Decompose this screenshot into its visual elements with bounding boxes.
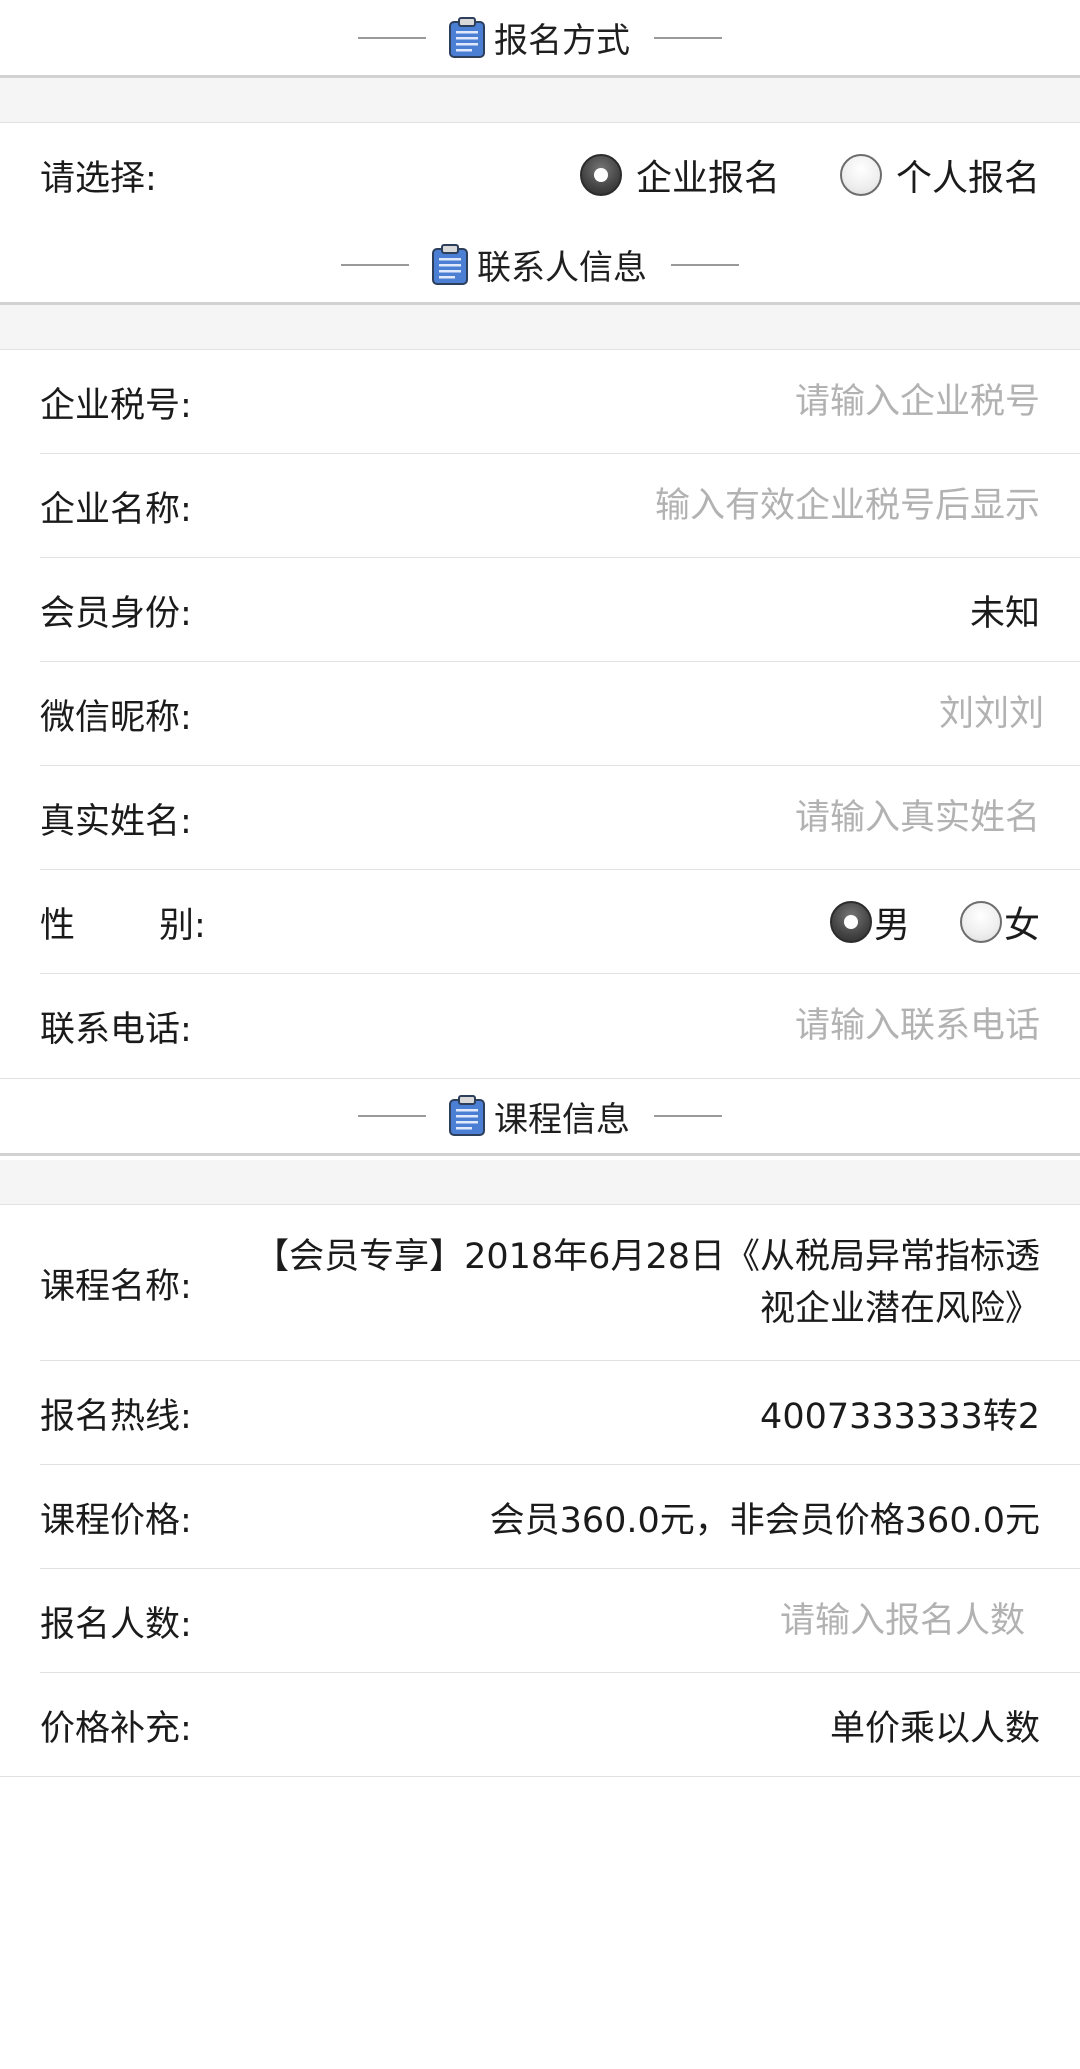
radio-option-female[interactable]: 女 xyxy=(959,896,1040,948)
hotline-value: 4007333333转2 xyxy=(760,1396,1040,1437)
phone-row: 联系电话: xyxy=(0,974,1080,1078)
company-name-row: 企业名称: xyxy=(0,454,1080,558)
hotline-label: 报名热线: xyxy=(40,1396,192,1437)
gender-row: 性 别: 男 女 xyxy=(0,870,1080,974)
section-gap xyxy=(0,78,1080,123)
gender-radio-group: 男 女 xyxy=(829,896,1040,948)
price-note-value: 单价乘以人数 xyxy=(829,1708,1040,1749)
radio-label: 女 xyxy=(1003,905,1040,946)
radio-option-male[interactable]: 男 xyxy=(829,896,910,948)
section-title: 联系人信息 xyxy=(477,248,647,288)
attendee-count-label: 报名人数: xyxy=(40,1604,192,1645)
gender-label-left: 性 xyxy=(40,905,76,946)
course-price-row: 课程价格: 会员360.0元，非会员价格360.0元 xyxy=(0,1465,1080,1569)
course-name-value: 【会员专享】2018年6月28日《从税局异常指标透视企业潜在风险》 xyxy=(254,1237,1040,1329)
header-dash-right xyxy=(671,263,739,266)
radio-unchecked-icon[interactable] xyxy=(959,901,1002,943)
header-dash-left xyxy=(358,36,426,39)
phone-label: 联系电话: xyxy=(40,1009,192,1050)
section-header-course: 课程信息 xyxy=(0,1078,1080,1156)
real-name-input[interactable] xyxy=(480,798,1040,838)
hotline-row: 报名热线: 4007333333转2 xyxy=(0,1361,1080,1465)
company-name-label: 企业名称: xyxy=(40,489,192,530)
attendee-count-input[interactable] xyxy=(480,1601,1040,1641)
course-name-label: 课程名称: xyxy=(40,1266,192,1307)
radio-label: 男 xyxy=(873,905,910,946)
clipboard-icon xyxy=(432,243,468,285)
radio-checked-icon[interactable] xyxy=(579,154,622,196)
real-name-row: 真实姓名: xyxy=(0,766,1080,870)
attendee-count-row: 报名人数: xyxy=(0,1569,1080,1673)
section-gap xyxy=(0,305,1080,350)
wechat-nickname-row: 微信昵称: xyxy=(0,662,1080,766)
radio-option-enterprise[interactable]: 企业报名 xyxy=(579,149,780,201)
radio-checked-icon[interactable] xyxy=(829,901,872,943)
signup-method-radio-group: 企业报名 个人报名 xyxy=(579,149,1040,201)
header-dash-right xyxy=(654,1115,722,1117)
choose-label: 请选择: xyxy=(40,158,157,199)
member-status-row: 会员身份: 未知 xyxy=(0,558,1080,662)
real-name-label: 真实姓名: xyxy=(40,801,192,842)
radio-label: 企业报名 xyxy=(635,158,780,199)
section-title: 课程信息 xyxy=(494,1099,630,1140)
price-note-row: 价格补充: 单价乘以人数 xyxy=(0,1673,1080,1777)
header-dash-left xyxy=(358,1115,426,1117)
section-header-signup-method: 报名方式 xyxy=(0,0,1080,78)
member-status-label: 会员身份: xyxy=(40,593,192,634)
header-dash-right xyxy=(654,36,722,39)
wechat-nickname-input[interactable] xyxy=(484,694,1044,734)
radio-unchecked-icon[interactable] xyxy=(839,154,882,196)
gender-label: 性 别: xyxy=(40,897,206,948)
section-gap xyxy=(0,1160,1080,1205)
signup-method-row: 请选择: 企业报名 个人报名 xyxy=(0,123,1080,227)
clipboard-icon xyxy=(449,16,485,58)
company-name-field xyxy=(480,486,1040,526)
tax-id-row: 企业税号: xyxy=(0,350,1080,454)
member-status-value: 未知 xyxy=(969,593,1040,634)
gender-label-right: 别: xyxy=(159,905,206,946)
section-title: 报名方式 xyxy=(494,21,630,61)
radio-option-individual[interactable]: 个人报名 xyxy=(839,149,1040,201)
course-price-label: 课程价格: xyxy=(40,1500,192,1541)
price-note-label: 价格补充: xyxy=(40,1708,192,1749)
header-dash-left xyxy=(341,263,409,266)
tax-id-input[interactable] xyxy=(480,382,1040,422)
wechat-nickname-label: 微信昵称: xyxy=(40,697,192,738)
radio-label: 个人报名 xyxy=(895,158,1040,199)
section-header-contact: 联系人信息 xyxy=(0,227,1080,305)
phone-input[interactable] xyxy=(480,1006,1040,1046)
clipboard-icon xyxy=(449,1095,485,1136)
course-price-value: 会员360.0元，非会员价格360.0元 xyxy=(489,1500,1040,1541)
course-name-row: 课程名称: 【会员专享】2018年6月28日《从税局异常指标透视企业潜在风险》 xyxy=(0,1205,1080,1361)
tax-id-label: 企业税号: xyxy=(40,385,192,426)
